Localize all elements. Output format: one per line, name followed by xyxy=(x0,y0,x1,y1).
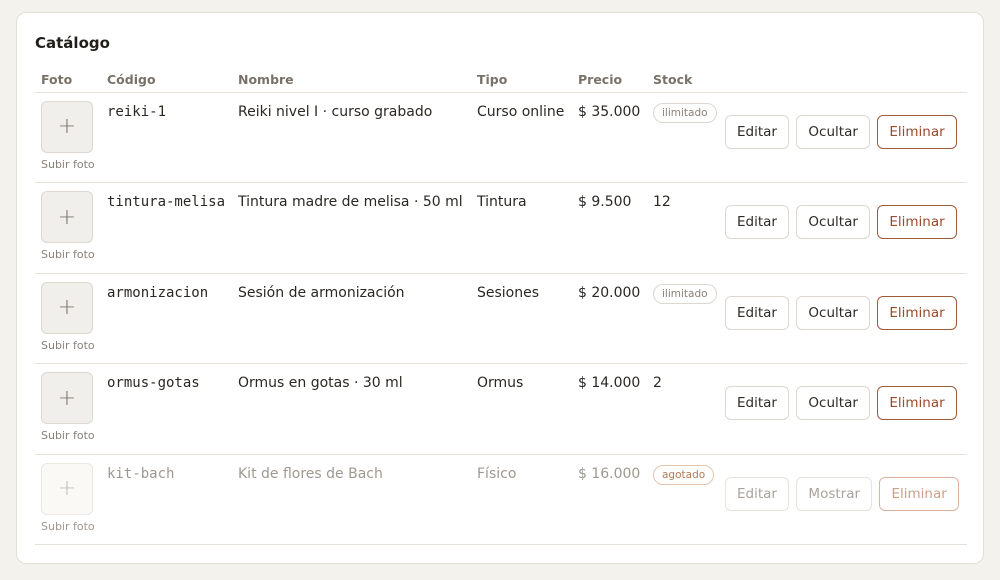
card-title: Catálogo xyxy=(35,34,110,52)
stock-badge: agotado xyxy=(653,464,715,485)
product-type: Ormus xyxy=(471,363,572,455)
plus-icon: + xyxy=(57,114,77,139)
plus-icon: + xyxy=(57,385,77,411)
upload-photo-label: Subir foto xyxy=(41,519,95,533)
product-name: Sesión de armonización xyxy=(232,273,471,365)
col-header-stock: Stock xyxy=(647,67,725,93)
product-stock-cell: agotado xyxy=(647,454,725,546)
delete-button[interactable]: Eliminar xyxy=(877,295,957,330)
product-price: $ 20.000 xyxy=(572,273,647,365)
product-price: $ 14.000 xyxy=(572,363,647,455)
product-code: kit-bach xyxy=(101,454,232,546)
product-name: Tintura madre de melisa · 50 ml xyxy=(232,182,471,274)
edit-button[interactable]: Editar xyxy=(725,476,789,511)
edit-button[interactable]: Editar xyxy=(725,114,789,149)
product-price: $ 16.000 xyxy=(572,454,647,546)
product-price: $ 35.000 xyxy=(572,92,647,184)
upload-photo-label: Subir foto xyxy=(41,157,95,171)
product-price: $ 9.500 xyxy=(572,182,647,274)
photo-cell: + Subir foto xyxy=(35,92,101,184)
stock-badge: ilimitado xyxy=(653,283,717,304)
upload-photo-button[interactable]: + xyxy=(41,100,93,153)
upload-photo-button[interactable]: + xyxy=(41,281,93,334)
product-type: Tintura xyxy=(471,182,572,274)
stock-value: 12 xyxy=(653,194,671,211)
row-actions: Editar Ocultar Eliminar xyxy=(725,363,967,455)
product-stock-cell: 12 xyxy=(647,182,725,274)
delete-button[interactable]: Eliminar xyxy=(877,386,957,421)
catalog-table: Foto Código Nombre Tipo Precio Stock + S… xyxy=(35,67,967,546)
product-name: Kit de flores de Bach xyxy=(232,454,471,546)
plus-icon: + xyxy=(57,476,77,502)
delete-button[interactable]: Eliminar xyxy=(879,476,959,511)
product-code: armonizacion xyxy=(101,273,232,365)
product-stock-cell: ilimitado xyxy=(647,273,725,365)
photo-cell: + Subir foto xyxy=(35,182,101,274)
edit-button[interactable]: Editar xyxy=(725,295,789,330)
product-stock-cell: ilimitado xyxy=(647,92,725,184)
col-header-codigo: Código xyxy=(101,67,232,93)
product-name: Reiki nivel I · curso grabado xyxy=(232,92,471,184)
col-header-foto: Foto xyxy=(35,67,101,93)
table-row: + Subir foto tintura-melisa Tintura madr… xyxy=(35,182,967,274)
photo-cell: + Subir foto xyxy=(35,363,101,455)
catalog-card: Catálogo Foto Código Nombre Tipo Precio … xyxy=(16,12,984,564)
product-code: ormus-gotas xyxy=(101,363,232,455)
delete-button[interactable]: Eliminar xyxy=(877,114,957,149)
upload-photo-button[interactable]: + xyxy=(41,191,93,244)
toggle-visibility-button[interactable]: Mostrar xyxy=(796,476,873,511)
product-type: Curso online xyxy=(471,92,572,184)
delete-button[interactable]: Eliminar xyxy=(877,205,957,240)
plus-icon: + xyxy=(57,295,77,321)
product-stock-cell: 2 xyxy=(647,363,725,455)
col-header-precio: Precio xyxy=(572,67,647,93)
upload-photo-label: Subir foto xyxy=(41,248,95,262)
upload-photo-label: Subir foto xyxy=(41,429,95,443)
toggle-visibility-button[interactable]: Ocultar xyxy=(796,295,870,330)
toggle-visibility-button[interactable]: Ocultar xyxy=(796,114,870,149)
product-name: Ormus en gotas · 30 ml xyxy=(232,363,471,455)
product-type: Sesiones xyxy=(471,273,572,365)
product-code: tintura-melisa xyxy=(101,182,232,274)
table-row: + Subir foto armonizacion Sesión de armo… xyxy=(35,273,967,365)
product-code: reiki-1 xyxy=(101,92,232,184)
col-header-actions xyxy=(725,67,967,93)
row-actions: Editar Ocultar Eliminar xyxy=(725,182,967,274)
product-type: Físico xyxy=(471,454,572,546)
upload-photo-button[interactable]: + xyxy=(41,372,93,425)
edit-button[interactable]: Editar xyxy=(725,386,789,421)
row-actions: Editar Ocultar Eliminar xyxy=(725,273,967,365)
edit-button[interactable]: Editar xyxy=(725,205,789,240)
stock-badge: ilimitado xyxy=(653,102,717,123)
upload-photo-button[interactable]: + xyxy=(41,462,93,515)
photo-cell: + Subir foto xyxy=(35,454,101,546)
row-actions: Editar Mostrar Eliminar xyxy=(725,454,967,546)
photo-cell: + Subir foto xyxy=(35,273,101,365)
toggle-visibility-button[interactable]: Ocultar xyxy=(796,386,870,421)
upload-photo-label: Subir foto xyxy=(41,338,95,352)
table-header-row: Foto Código Nombre Tipo Precio Stock xyxy=(35,67,967,93)
col-header-tipo: Tipo xyxy=(471,67,572,93)
row-actions: Editar Ocultar Eliminar xyxy=(725,92,967,184)
table-row: + Subir foto kit-bach Kit de flores de B… xyxy=(35,454,967,546)
col-header-nombre: Nombre xyxy=(232,67,471,93)
table-row: + Subir foto ormus-gotas Ormus en gotas … xyxy=(35,363,967,455)
stock-value: 2 xyxy=(653,375,662,392)
toggle-visibility-button[interactable]: Ocultar xyxy=(796,205,870,240)
table-row: + Subir foto reiki-1 Reiki nivel I · cur… xyxy=(35,92,967,184)
plus-icon: + xyxy=(57,204,77,230)
